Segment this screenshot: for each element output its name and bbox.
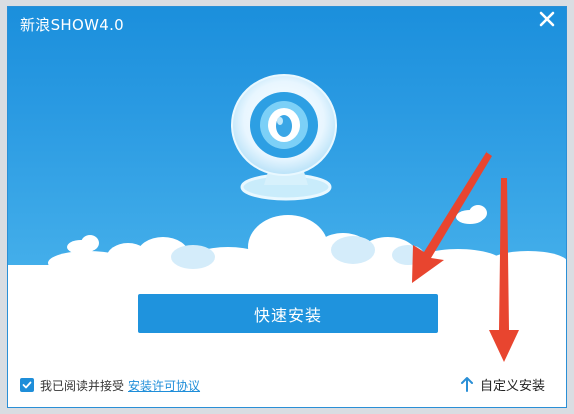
license-link[interactable]: 安装许可协议: [128, 377, 200, 394]
custom-install-label: 自定义安装: [480, 378, 546, 394]
custom-install-button[interactable]: 自定义安装: [460, 374, 545, 394]
installer-window: 新浪SHOW4.0 快速安装 我已阅读并接受 安装许可协议 自定义安装: [7, 6, 567, 408]
webcam-logo-icon: [231, 74, 337, 201]
clouds-decoration: [8, 205, 566, 275]
checkmark-icon: [22, 381, 32, 389]
agreement-checkbox[interactable]: [20, 378, 34, 392]
arrow-up-icon: [461, 377, 473, 392]
window-title: 新浪SHOW4.0: [20, 16, 124, 34]
agreement-text: 我已阅读并接受: [40, 378, 125, 393]
quick-install-button[interactable]: 快速安装: [138, 294, 438, 333]
close-icon[interactable]: [538, 10, 556, 28]
agreement-row: 我已阅读并接受 安装许可协议: [20, 376, 200, 394]
